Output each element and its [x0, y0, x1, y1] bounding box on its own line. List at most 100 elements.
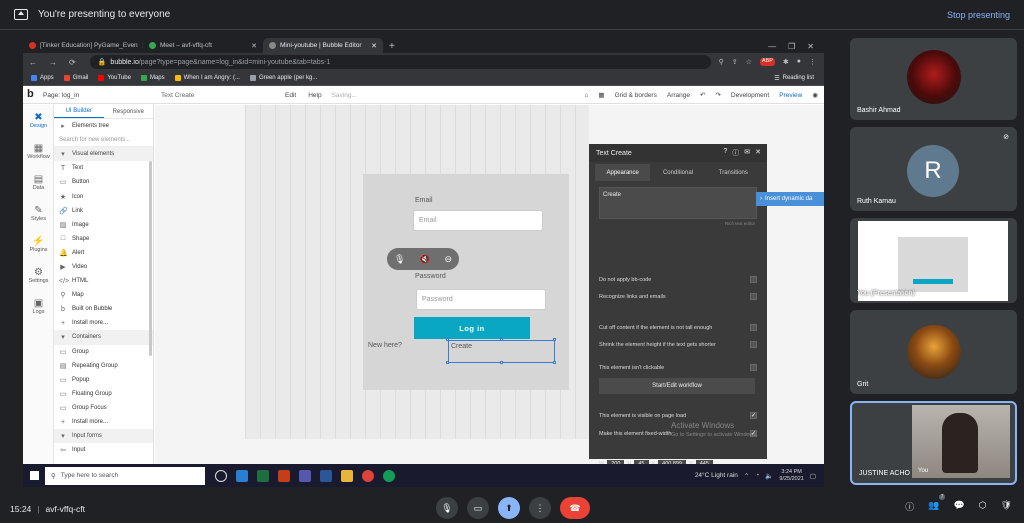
browser-tab-2[interactable]: Mini-youtube | Bubble Editor ✕: [263, 38, 383, 53]
kebab-menu-icon[interactable]: ⋮: [809, 58, 816, 66]
insert-dynamic-data-button[interactable]: › Insert dynamic da: [756, 192, 824, 206]
element-shape[interactable]: □ Shape: [54, 232, 153, 246]
new-tab-icon[interactable]: +: [389, 41, 395, 52]
element-built-on-bubble[interactable]: b Built on Bubble: [54, 302, 153, 316]
element-icon[interactable]: ★ Icon: [54, 189, 153, 203]
bookmark-maps[interactable]: Maps: [140, 75, 165, 81]
close-tab-icon[interactable]: ✕: [371, 42, 377, 50]
sidebar-styles[interactable]: ✎ Styles: [23, 198, 54, 229]
element-alert[interactable]: 🔔 Alert: [54, 246, 153, 260]
tab-responsive[interactable]: Responsive: [104, 105, 154, 118]
resize-handle[interactable]: [553, 361, 556, 364]
container-popup[interactable]: ▭ Popup: [54, 373, 153, 387]
powerpoint-icon[interactable]: [278, 469, 290, 482]
element-install-more[interactable]: + Install more...: [54, 316, 153, 330]
home-icon[interactable]: ⌂: [584, 92, 588, 99]
sidebar-logs[interactable]: ▣ Logs: [23, 291, 54, 322]
network-icon[interactable]: ◔: [755, 472, 759, 479]
extension-badge[interactable]: ABP: [759, 58, 775, 66]
grid-icon[interactable]: ▦: [598, 91, 604, 99]
chat-icon[interactable]: 💬: [953, 500, 964, 513]
star-icon[interactable]: ☆: [746, 58, 752, 66]
password-input[interactable]: Password: [416, 289, 546, 310]
weather-status[interactable]: 24°C Light rain: [695, 472, 738, 479]
sidebar-settings[interactable]: ⚙ Settings: [23, 260, 54, 291]
section-input-forms[interactable]: ▾ Input forms: [54, 429, 153, 444]
create-text-element[interactable]: Create: [448, 340, 555, 363]
sidebar-data[interactable]: ▤ Data: [23, 167, 54, 198]
profile-avatar-icon[interactable]: ●: [797, 58, 801, 66]
tab-conditional[interactable]: Conditional: [650, 164, 705, 181]
taskbar-search[interactable]: ⚲ Type here to search: [45, 466, 205, 485]
excel-icon[interactable]: [257, 469, 269, 482]
comment-icon[interactable]: ✉: [744, 148, 750, 158]
participant-tile-grit[interactable]: Grit: [850, 310, 1017, 394]
host-controls-icon[interactable]: 🛡: [1001, 500, 1012, 513]
resize-handle[interactable]: [446, 338, 449, 341]
panel-scrollbar[interactable]: [149, 161, 152, 356]
container-group[interactable]: ▭ Group: [54, 345, 153, 359]
option-checkbox[interactable]: [750, 324, 757, 331]
page-select[interactable]: Page: log_in: [43, 92, 161, 99]
sidebar-plugins[interactable]: ⚡ Plugins: [23, 229, 54, 260]
menu-edit[interactable]: Edit: [279, 92, 302, 99]
undo-icon[interactable]: ↶: [700, 91, 705, 99]
bookmark-apps[interactable]: Apps: [31, 75, 54, 81]
sidebar-design[interactable]: ✖ Design: [23, 105, 54, 136]
tab-appearance[interactable]: Appearance: [595, 164, 651, 181]
remove-icon[interactable]: ⊖: [444, 254, 452, 265]
section-visual-elements[interactable]: ▾ Visual elements: [54, 147, 153, 162]
participant-tile-self[interactable]: You JUSTINE ACHO: [850, 401, 1017, 485]
element-image[interactable]: ▨ Image: [54, 218, 153, 232]
info-icon[interactable]: ⓘ: [905, 500, 914, 513]
reload-icon[interactable]: ⟳: [63, 58, 82, 67]
container-repeating-group[interactable]: ▤ Repeating Group: [54, 359, 153, 373]
section-containers[interactable]: ▾ Containers: [54, 330, 153, 345]
leave-call-button[interactable]: ☎: [560, 497, 590, 519]
resize-handle[interactable]: [500, 338, 503, 341]
element-link[interactable]: 🔗 Link: [54, 204, 153, 218]
development-select[interactable]: Development: [731, 92, 769, 99]
bookmark-green-apple[interactable]: Green apple (per kg...: [249, 75, 317, 81]
camera-button[interactable]: ▭: [467, 497, 489, 519]
preview-button[interactable]: Preview: [779, 92, 802, 99]
help-circle-icon[interactable]: ◉: [812, 91, 818, 99]
email-input[interactable]: Email: [413, 210, 543, 231]
tab-transitions[interactable]: Transitions: [706, 164, 761, 181]
option-checkbox[interactable]: [750, 364, 757, 371]
option-checkbox[interactable]: [750, 341, 757, 348]
browser-tab-1[interactable]: Meet – avf-vffq-cft ✕: [143, 38, 263, 53]
input-element-input[interactable]: ⇦ Input: [54, 443, 153, 457]
element-html[interactable]: </> HTML: [54, 274, 153, 288]
mic-button[interactable]: 🎙: [436, 497, 458, 519]
grid-borders-menu[interactable]: Grid & borders: [615, 92, 657, 99]
element-map[interactable]: ⚲ Map: [54, 288, 153, 302]
resize-handle[interactable]: [446, 361, 449, 364]
option-checkbox[interactable]: [750, 293, 757, 300]
close-tab-icon[interactable]: ✕: [251, 42, 257, 50]
reading-list[interactable]: ☰ Reading list: [774, 75, 824, 82]
close-window-icon[interactable]: ✕: [807, 42, 814, 51]
mic-off-icon[interactable]: 🎙: [394, 254, 405, 265]
text-content-editor[interactable]: Create: [599, 187, 757, 219]
location-icon[interactable]: ⚲: [719, 58, 724, 66]
windows-start-icon[interactable]: [23, 471, 45, 480]
task-view-icon[interactable]: [215, 469, 227, 482]
speaker-off-icon[interactable]: 🔇: [419, 254, 430, 265]
more-options-button[interactable]: ⋮: [529, 497, 551, 519]
chrome-app-icon[interactable]: [383, 469, 395, 482]
stop-presenting-button[interactable]: Stop presenting: [947, 10, 1010, 20]
start-edit-workflow-button[interactable]: Start/Edit workflow: [599, 378, 755, 394]
edge-icon[interactable]: [236, 469, 248, 482]
close-icon[interactable]: ✕: [755, 148, 761, 158]
bookmark-angry[interactable]: When I am Angry: (...: [174, 75, 240, 81]
arrange-menu[interactable]: Arrange: [667, 92, 690, 99]
menu-help[interactable]: Help: [302, 92, 327, 99]
element-select[interactable]: Text Create: [161, 92, 279, 99]
browser-tab-0[interactable]: [Tinker Education] PyGame_Even✕: [23, 38, 143, 53]
redo-icon[interactable]: ↷: [715, 91, 720, 99]
participant-tile-bashir[interactable]: Bashir Ahmad: [850, 38, 1017, 120]
container-group-focus[interactable]: ▭ Group Focus: [54, 401, 153, 415]
option-checkbox[interactable]: [750, 276, 757, 283]
back-icon[interactable]: ←: [23, 58, 43, 67]
